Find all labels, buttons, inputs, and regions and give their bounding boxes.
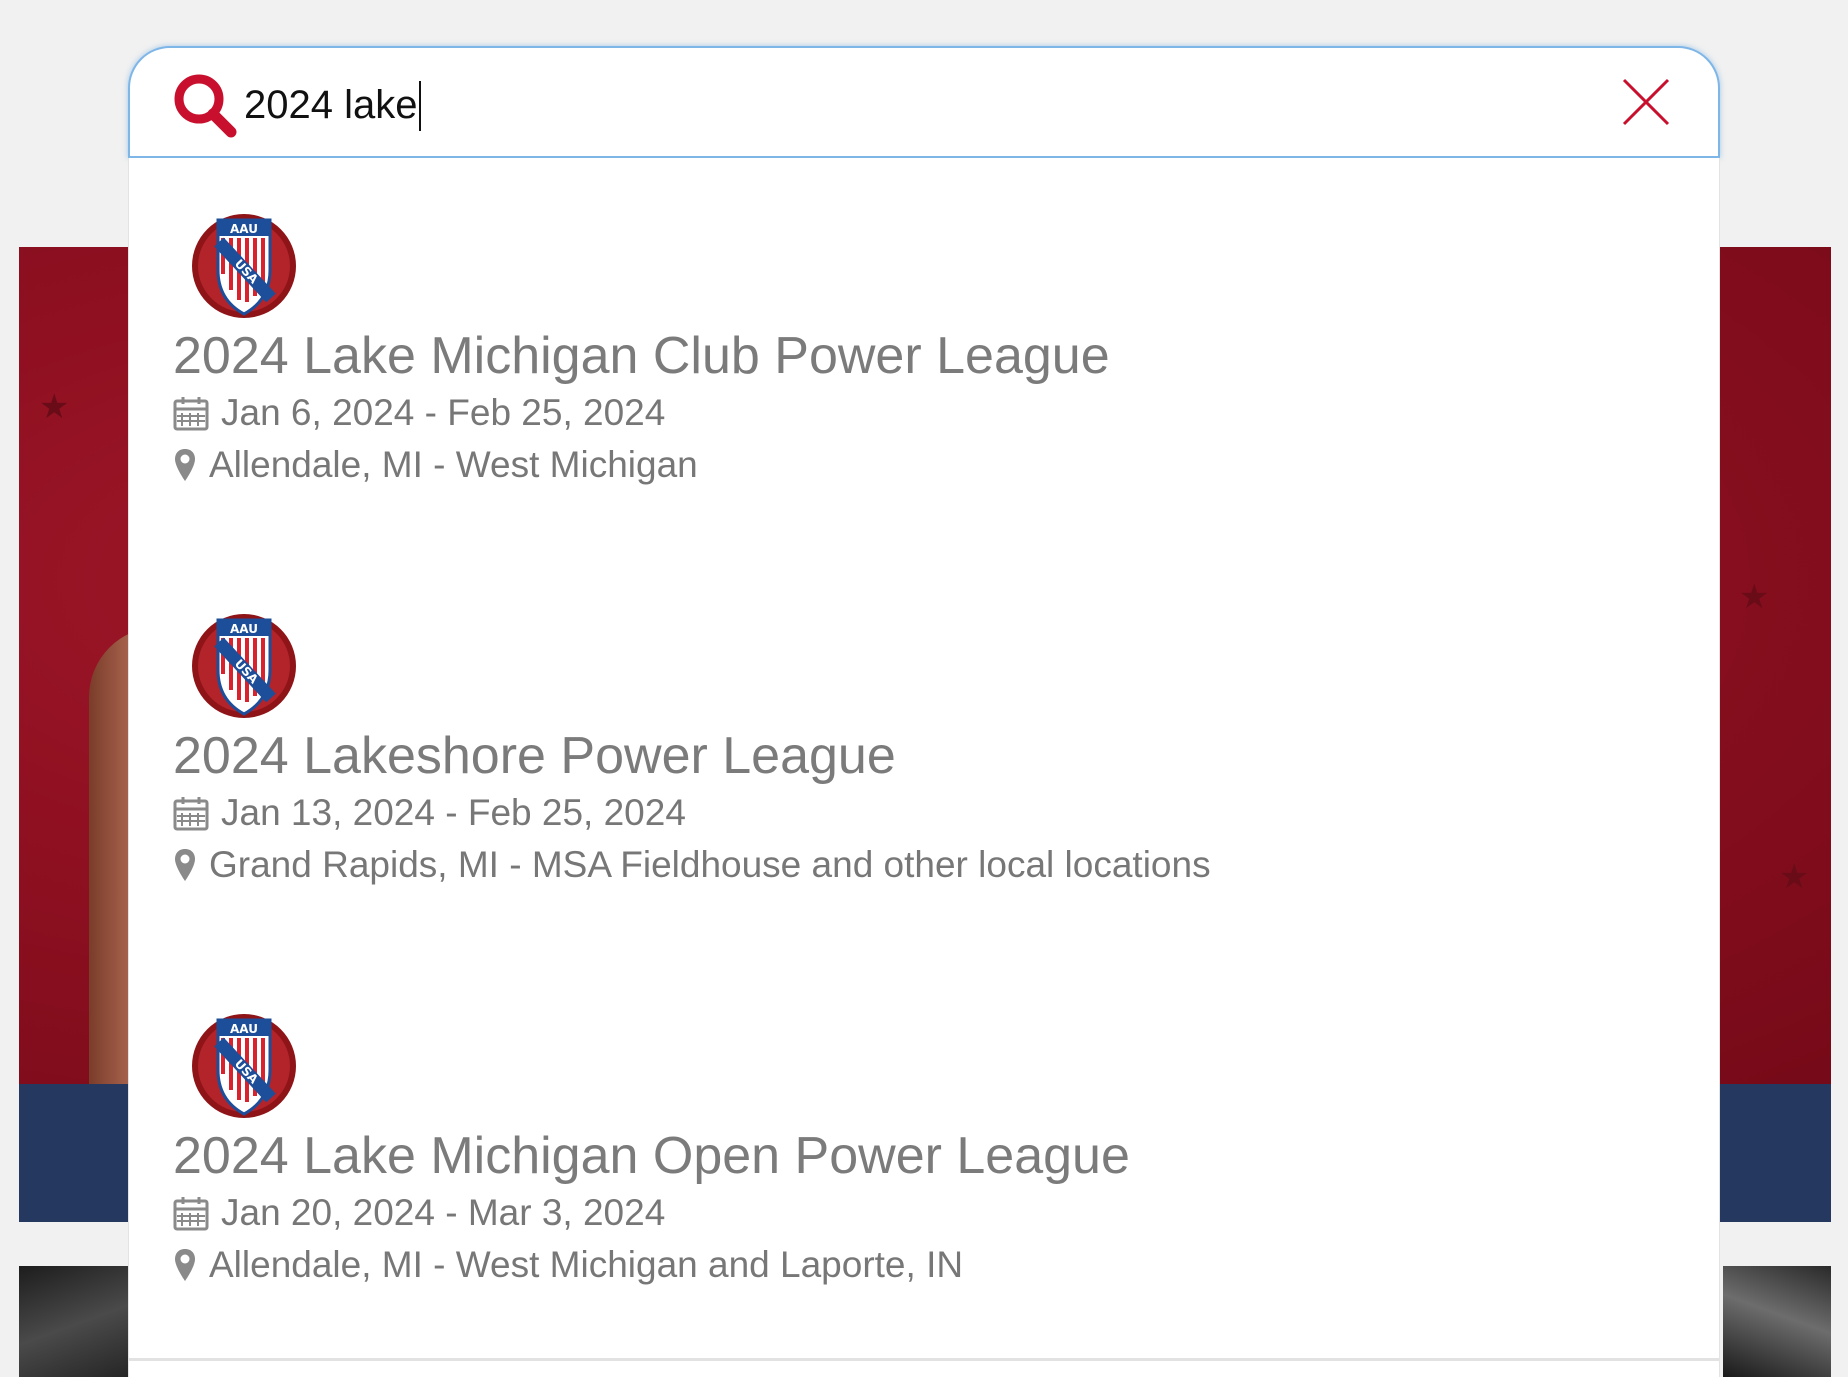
- result-title[interactable]: 2024 Lakeshore Power League: [173, 726, 896, 786]
- aau-logo-icon: AAU USA: [192, 614, 296, 718]
- result-dates: Jan 20, 2024 - Mar 3, 2024: [173, 1192, 665, 1234]
- result-location: Grand Rapids, MI - MSA Fieldhouse and ot…: [173, 844, 1211, 886]
- result-title[interactable]: 2024 Lake Michigan Open Power League: [173, 1126, 1130, 1186]
- aau-logo-icon: AAU USA: [192, 1014, 296, 1118]
- search-result-item[interactable]: AAU USA 2024 Lake Michigan Club Power Le…: [129, 208, 1719, 508]
- calendar-icon: [173, 797, 209, 831]
- search-result-item[interactable]: AAU USA 2024 Lakeshore Power League Jan …: [129, 608, 1719, 908]
- result-dates-text: Jan 20, 2024 - Mar 3, 2024: [221, 1192, 666, 1233]
- star-decoration: ★: [1779, 858, 1810, 896]
- calendar-icon: [173, 397, 209, 431]
- svg-text:AAU: AAU: [230, 222, 258, 236]
- result-dates: Jan 13, 2024 - Feb 25, 2024: [173, 792, 686, 834]
- result-location-text: Allendale, MI - West Michigan and Laport…: [209, 1244, 964, 1285]
- result-location: Allendale, MI - West Michigan and Laport…: [173, 1244, 963, 1286]
- search-bar: [128, 46, 1720, 158]
- map-pin-icon: [175, 849, 195, 881]
- map-pin-icon: [175, 449, 195, 481]
- svg-text:AAU: AAU: [230, 622, 258, 636]
- search-icon[interactable]: [170, 70, 240, 140]
- star-decoration: ★: [1739, 578, 1770, 616]
- close-icon[interactable]: [1618, 74, 1674, 130]
- calendar-icon: [173, 1197, 209, 1231]
- svg-text:AAU: AAU: [230, 1022, 258, 1036]
- background-photo-right: [1723, 1266, 1831, 1377]
- result-location-text: Grand Rapids, MI - MSA Fieldhouse and ot…: [209, 844, 1211, 885]
- results-divider: [129, 1358, 1719, 1361]
- star-decoration: ★: [39, 388, 70, 426]
- result-dates-text: Jan 6, 2024 - Feb 25, 2024: [221, 392, 666, 433]
- map-pin-icon: [175, 1249, 195, 1281]
- search-result-item[interactable]: AAU USA 2024 Lake Michigan Open Power Le…: [129, 1008, 1719, 1308]
- result-dates: Jan 6, 2024 - Feb 25, 2024: [173, 392, 665, 434]
- aau-logo-icon: AAU USA: [192, 214, 296, 318]
- search-results-list: AAU USA 2024 Lake Michigan Club Power Le…: [128, 158, 1720, 1377]
- result-title[interactable]: 2024 Lake Michigan Club Power League: [173, 326, 1110, 386]
- search-input[interactable]: [244, 78, 1544, 132]
- result-location: Allendale, MI - West Michigan: [173, 444, 698, 486]
- text-caret: [419, 81, 422, 131]
- result-dates-text: Jan 13, 2024 - Feb 25, 2024: [221, 792, 686, 833]
- result-location-text: Allendale, MI - West Michigan: [209, 444, 698, 485]
